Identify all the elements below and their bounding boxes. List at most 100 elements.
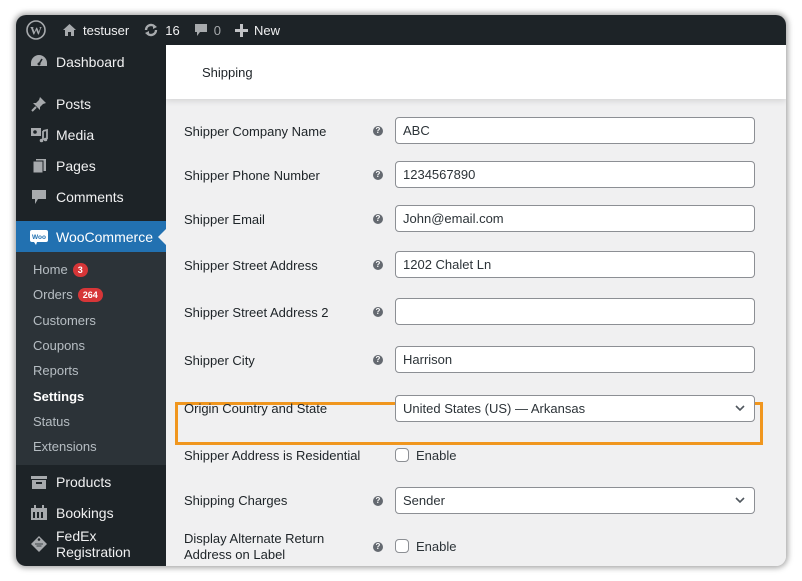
sidebar-item-label: Products (56, 473, 112, 490)
updates-link[interactable]: 16 (136, 15, 186, 45)
chevron-down-icon (735, 488, 745, 513)
shipper-company-name-input[interactable]: ABC (395, 117, 755, 144)
submenu-item-label: Orders (33, 287, 73, 303)
notification-badge: 3 (72, 262, 88, 277)
sidebar-item-pages[interactable]: Pages (16, 150, 166, 181)
submenu-item-settings[interactable]: Settings (16, 383, 166, 408)
wordpress-logo-icon: W (26, 20, 46, 40)
shipper-street-address-input[interactable]: 1202 Chalet Ln (395, 251, 755, 278)
help-tip-icon[interactable]: ? (373, 307, 383, 317)
sidebar-item-dashboard[interactable]: Dashboard (16, 45, 166, 79)
field-label: Shipper Company Name (184, 124, 327, 139)
residential-checkbox[interactable] (395, 448, 409, 462)
submenu-item-extensions[interactable]: Extensions (16, 434, 166, 459)
selected-value: United States (US) — Arkansas (403, 401, 586, 416)
new-label: New (253, 22, 280, 38)
shipper-email-input[interactable]: John@email.com (395, 205, 755, 232)
calendar-icon (30, 504, 48, 522)
field-label: Shipper Street Address 2 (184, 305, 329, 320)
comment-icon (30, 188, 48, 206)
home-icon (62, 23, 77, 37)
site-name: testuser (83, 22, 130, 38)
tab-shipping[interactable]: Shipping (202, 65, 253, 80)
comments-link[interactable]: 0 (187, 15, 228, 45)
help-tip-icon[interactable]: ? (373, 260, 383, 270)
sidebar-item-bookings[interactable]: Bookings (16, 497, 166, 528)
sidebar-item-label: WooCommerce (56, 228, 153, 245)
selected-value: Sender (403, 493, 445, 508)
help-tip-icon[interactable]: ? (373, 542, 383, 552)
submenu-item-status[interactable]: Status (16, 409, 166, 434)
field-label: Shipper Street Address (184, 258, 318, 273)
submenu-item-coupons[interactable]: Coupons (16, 333, 166, 358)
plus-icon (234, 23, 248, 37)
submenu-item-label: Status (33, 413, 70, 429)
comments-count: 0 (213, 22, 221, 38)
settings-content: Shipping Shipper Company Name ? ABC Ship… (166, 45, 786, 566)
help-tip-icon[interactable]: ? (373, 170, 383, 180)
sidebar-item-label: Comments (56, 188, 124, 205)
admin-sidebar: Dashboard Posts Media Pages Comments Woo… (16, 45, 166, 566)
field-label: Display Alternate Return Address on Labe… (184, 531, 325, 562)
submenu-item-label: Coupons (33, 338, 86, 354)
submenu-item-label: Customers (33, 312, 96, 328)
field-label: Shipping Charges (184, 493, 288, 508)
media-icon (30, 126, 48, 144)
shipper-street-address-2-input[interactable] (395, 298, 755, 325)
sidebar-item-media[interactable]: Media (16, 119, 166, 150)
site-name-link[interactable]: testuser (55, 15, 136, 45)
admin-bar: W testuser 16 0 New (16, 15, 786, 45)
chevron-down-icon (735, 396, 745, 421)
archive-icon (30, 473, 48, 491)
woo-icon: Woo (30, 228, 48, 246)
shipping-charges-select[interactable]: Sender (395, 487, 755, 514)
help-tip-icon[interactable]: ? (373, 496, 383, 506)
sidebar-item-posts[interactable]: Posts (16, 88, 166, 119)
field-label: Shipper Address is Residential (184, 448, 361, 463)
pin-icon (30, 95, 48, 113)
sidebar-item-label: Posts (56, 95, 92, 112)
submenu-item-customers[interactable]: Customers (16, 308, 166, 333)
submenu-item-orders[interactable]: Orders 264 (16, 282, 166, 307)
submenu-item-label: Home (33, 262, 68, 278)
comment-bubble-icon (194, 23, 208, 37)
sidebar-item-label: Media (56, 126, 95, 143)
submenu-item-label: Settings (33, 388, 85, 404)
origin-country-state-select[interactable]: United States (US) — Arkansas (395, 395, 755, 422)
checkbox-label: Enable (416, 448, 457, 463)
sidebar-item-products[interactable]: Products (16, 466, 166, 497)
submenu-item-label: Reports (33, 363, 79, 379)
updates-icon (143, 23, 159, 37)
pages-icon (30, 157, 48, 175)
submenu-item-home[interactable]: Home 3 (16, 257, 166, 282)
new-content-link[interactable]: New (228, 15, 287, 45)
help-tip-icon[interactable]: ? (373, 355, 383, 365)
updates-count: 16 (165, 22, 180, 38)
field-label: Shipper Email (184, 212, 265, 227)
tag-icon (30, 535, 48, 553)
help-tip-icon[interactable]: ? (373, 126, 383, 136)
sidebar-item-fedex-registration[interactable]: FedEx Registration (16, 527, 166, 560)
shipper-city-input[interactable]: Harrison (395, 346, 755, 373)
sidebar-item-label: FedEx Registration (56, 527, 131, 560)
dashboard-icon (30, 53, 48, 71)
submenu-item-label: Extensions (33, 439, 97, 455)
sidebar-item-woocommerce[interactable]: Woo WooCommerce (16, 221, 166, 252)
sidebar-item-label: Pages (56, 157, 96, 174)
sidebar-item-label: Dashboard (56, 54, 125, 70)
woocommerce-submenu: Home 3 Orders 264 Customers Coupons Repo… (16, 252, 166, 466)
svg-text:W: W (30, 24, 42, 38)
settings-tab-bar: Shipping (166, 45, 786, 99)
help-tip-icon[interactable]: ? (373, 214, 383, 224)
sidebar-item-comments[interactable]: Comments (16, 181, 166, 212)
field-label: Shipper Phone Number (184, 168, 320, 183)
wordpress-logo-button[interactable]: W (16, 15, 55, 45)
notification-badge: 264 (77, 287, 103, 302)
browser-window: W testuser 16 0 New Dashboard Posts Medi… (16, 15, 786, 566)
field-label: Origin Country and State (184, 401, 328, 416)
submenu-item-reports[interactable]: Reports (16, 358, 166, 383)
shipper-phone-number-input[interactable]: 1234567890 (395, 161, 755, 188)
field-label: Shipper City (184, 353, 255, 368)
alternate-return-address-checkbox[interactable] (395, 539, 409, 553)
svg-text:Woo: Woo (32, 234, 46, 241)
